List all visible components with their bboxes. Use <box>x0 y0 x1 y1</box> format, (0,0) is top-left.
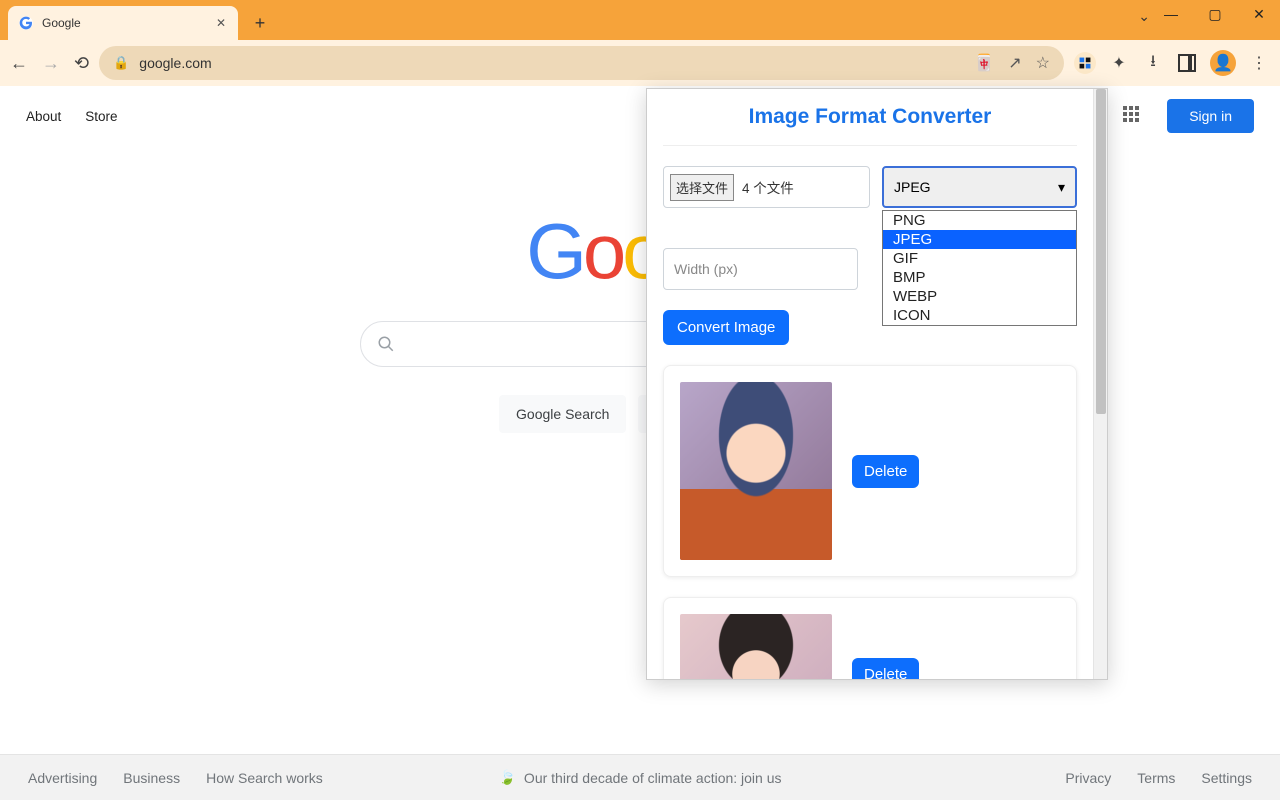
minimize-icon[interactable]: — <box>1158 6 1184 23</box>
new-tab-button[interactable]: + <box>246 9 274 37</box>
menu-icon[interactable]: ⋮ <box>1248 52 1270 74</box>
file-input[interactable]: 选择文件 4 个文件 <box>663 166 870 208</box>
share-icon[interactable]: ↗ <box>1008 53 1021 73</box>
scrollbar-thumb[interactable] <box>1096 89 1106 414</box>
width-placeholder: Width (px) <box>674 261 738 277</box>
converter-extension-icon[interactable] <box>1074 52 1096 74</box>
google-apps-icon[interactable] <box>1123 106 1143 126</box>
image-thumbnail <box>680 614 832 679</box>
leaf-icon: 🍃 <box>498 769 515 786</box>
search-icon <box>377 335 395 353</box>
format-option-bmp[interactable]: BMP <box>883 268 1076 287</box>
delete-button[interactable]: Delete <box>852 455 919 488</box>
extension-icons: ✦ ⭳ 👤 ⋮ <box>1074 50 1270 76</box>
extension-popup: Image Format Converter 选择文件 4 个文件 JPEG ▾… <box>646 88 1108 680</box>
reload-icon[interactable]: ⟲ <box>74 53 89 74</box>
chevron-down-icon: ▾ <box>1058 179 1065 196</box>
image-thumbnail <box>680 382 832 560</box>
footer-privacy[interactable]: Privacy <box>1065 770 1111 786</box>
google-footer: Advertising Business How Search works 🍃 … <box>0 754 1280 800</box>
extensions-icon[interactable]: ✦ <box>1108 52 1130 74</box>
forward-icon: → <box>42 53 60 74</box>
format-option-gif[interactable]: GIF <box>883 249 1076 268</box>
footer-advertising[interactable]: Advertising <box>28 770 97 786</box>
image-card: Delete <box>663 365 1077 577</box>
close-icon[interactable]: ✕ <box>214 16 228 30</box>
format-selected: JPEG <box>894 179 931 195</box>
format-dropdown: PNG JPEG GIF BMP WEBP ICON <box>882 210 1077 326</box>
close-window-icon[interactable]: ✕ <box>1246 6 1272 23</box>
extension-title: Image Format Converter <box>663 105 1077 146</box>
side-panel-icon[interactable] <box>1176 52 1198 74</box>
format-option-jpeg[interactable]: JPEG <box>883 230 1076 249</box>
footer-settings[interactable]: Settings <box>1201 770 1252 786</box>
browser-tab[interactable]: Google ✕ <box>8 6 238 40</box>
nav-about[interactable]: About <box>26 109 61 124</box>
window-controls: — ▢ ✕ <box>1158 6 1272 23</box>
bookmark-icon[interactable]: ☆ <box>1036 53 1050 73</box>
browser-chrome: Google ✕ + ⌄ — ▢ ✕ ← → ⟲ 🔒 google.com 🀄 … <box>0 0 1280 86</box>
footer-how[interactable]: How Search works <box>206 770 323 786</box>
lock-icon: 🔒 <box>113 55 129 71</box>
profile-avatar-icon[interactable]: 👤 <box>1210 50 1236 76</box>
signin-button[interactable]: Sign in <box>1167 99 1254 133</box>
url-text: google.com <box>139 55 211 71</box>
chevron-down-icon[interactable]: ⌄ <box>1138 8 1150 25</box>
tab-bar: Google ✕ + ⌄ — ▢ ✕ <box>0 0 1280 40</box>
convert-button[interactable]: Convert Image <box>663 310 789 345</box>
back-icon[interactable]: ← <box>10 53 28 74</box>
footer-business[interactable]: Business <box>123 770 180 786</box>
google-favicon-icon <box>18 15 34 31</box>
format-option-webp[interactable]: WEBP <box>883 287 1076 306</box>
toolbar: ← → ⟲ 🔒 google.com 🀄 ↗ ☆ ✦ ⭳ 👤 ⋮ <box>0 40 1280 86</box>
tab-title: Google <box>42 16 206 30</box>
file-status: 4 个文件 <box>742 177 794 197</box>
google-search-button[interactable]: Google Search <box>499 395 626 433</box>
width-input[interactable]: Width (px) <box>663 248 858 290</box>
footer-carbon[interactable]: 🍃 Our third decade of climate action: jo… <box>498 769 781 786</box>
nav-icons: ← → ⟲ <box>10 53 89 74</box>
footer-carbon-text: Our third decade of climate action: join… <box>524 770 782 786</box>
downloads-icon[interactable]: ⭳ <box>1142 52 1164 74</box>
format-select[interactable]: JPEG ▾ PNG JPEG GIF BMP WEBP ICON <box>882 166 1077 208</box>
format-option-icon[interactable]: ICON <box>883 306 1076 325</box>
address-bar[interactable]: 🔒 google.com 🀄 ↗ ☆ <box>99 46 1064 80</box>
scrollbar[interactable] <box>1093 89 1107 679</box>
translate-icon[interactable]: 🀄 <box>974 53 994 73</box>
nav-store[interactable]: Store <box>85 109 117 124</box>
maximize-icon[interactable]: ▢ <box>1202 6 1228 23</box>
delete-button[interactable]: Delete <box>852 658 919 680</box>
file-choose-button[interactable]: 选择文件 <box>670 174 734 201</box>
format-option-png[interactable]: PNG <box>883 211 1076 230</box>
image-card: Delete <box>663 597 1077 679</box>
footer-terms[interactable]: Terms <box>1137 770 1175 786</box>
